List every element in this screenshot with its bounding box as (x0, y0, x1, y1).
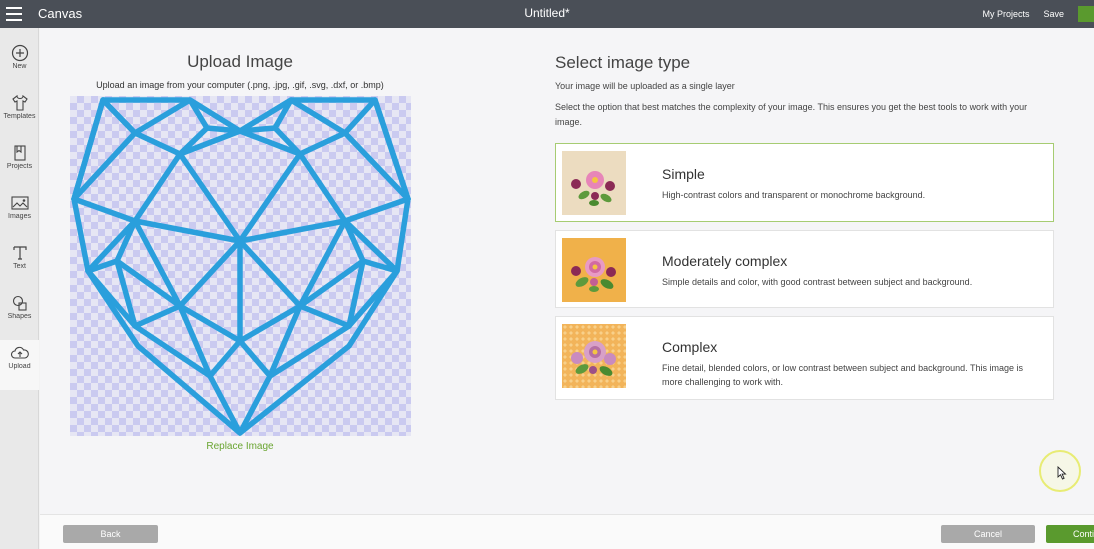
complex-thumbnail (562, 324, 626, 388)
my-projects-link[interactable]: My Projects (982, 9, 1029, 19)
upload-subtitle: Upload an image from your computer (.png… (96, 80, 384, 90)
image-preview (70, 96, 411, 436)
sidebar-item-label: Templates (3, 113, 36, 120)
text-t-icon (12, 246, 27, 260)
shapes-icon (12, 295, 27, 311)
option-description: High-contrast colors and transparent or … (662, 190, 926, 200)
geometric-heart-image (71, 97, 411, 436)
sidebar-item-new[interactable]: New (0, 40, 39, 90)
sidebar-item-images[interactable]: Images (0, 190, 39, 240)
cloud-upload-icon (10, 346, 29, 359)
document-title[interactable]: Untitled* (0, 6, 1094, 20)
top-bar: Canvas Untitled* My Projects Save (0, 0, 1094, 28)
single-layer-note: Your image will be uploaded as a single … (555, 81, 735, 91)
sidebar-item-label: Projects (6, 163, 33, 170)
sidebar-item-label: Upload (8, 363, 31, 370)
sidebar-item-templates[interactable]: Templates (0, 90, 39, 140)
option-description: Simple details and color, with good cont… (662, 277, 973, 287)
sidebar-item-label: Text (13, 263, 26, 270)
select-type-description: Select the option that best matches the … (555, 102, 1028, 127)
moderately-complex-thumbnail (562, 238, 626, 302)
mouse-pointer-icon (1057, 466, 1067, 480)
top-right-actions: My Projects Save (982, 0, 1094, 28)
continue-button[interactable]: Continue (1046, 525, 1094, 543)
select-type-title: Select image type (555, 53, 691, 72)
option-title: Moderately complex (662, 253, 788, 269)
sidebar-item-projects[interactable]: Projects (0, 140, 39, 190)
simple-thumbnail (562, 151, 626, 215)
upload-title: Upload Image (187, 52, 293, 71)
plus-circle-icon (11, 44, 28, 62)
sidebar-item-label: Images (8, 213, 31, 220)
image-icon (10, 196, 29, 210)
sidebar-item-upload[interactable]: Upload (0, 340, 39, 390)
save-link[interactable]: Save (1043, 9, 1064, 19)
bookmark-icon (13, 145, 26, 161)
replace-image-link[interactable]: Replace Image (40, 441, 440, 452)
option-title: Complex (662, 339, 718, 355)
sidebar-item-text[interactable]: Text (0, 240, 39, 290)
option-moderately-complex[interactable]: Moderately complex Simple details and co… (555, 230, 1054, 308)
tshirt-icon (11, 94, 28, 111)
make-it-button[interactable] (1078, 6, 1094, 22)
left-sidebar: New Templates Projects Images Text Shape… (0, 28, 39, 549)
sidebar-item-label: Shapes (7, 313, 32, 320)
cancel-button[interactable]: Cancel (941, 525, 1035, 543)
option-title: Simple (662, 166, 705, 182)
footer-bar (40, 514, 1094, 549)
back-button[interactable]: Back (63, 525, 158, 543)
sidebar-item-label: New (12, 63, 27, 70)
option-complex[interactable]: Complex Fine detail, blended colors, or … (555, 316, 1054, 400)
option-simple[interactable]: Simple High-contrast colors and transpar… (555, 143, 1054, 222)
sidebar-item-shapes[interactable]: Shapes (0, 290, 39, 340)
option-description: Fine detail, blended colors, or low cont… (662, 363, 1024, 387)
